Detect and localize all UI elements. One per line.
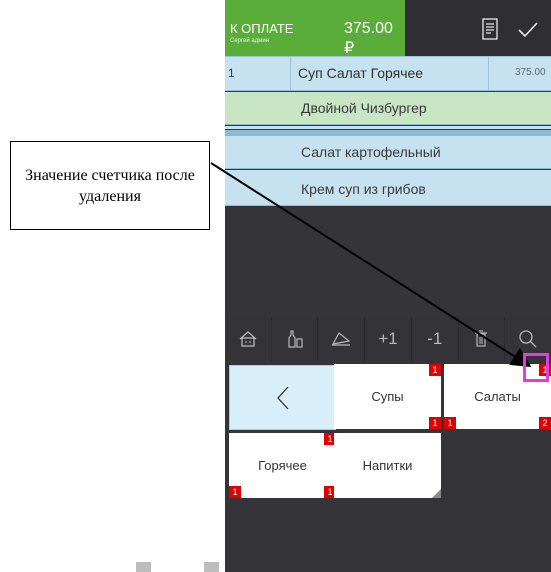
pay-button[interactable]: К ОПЛАТЕ Сергей админ 375.00 ₽ — [225, 0, 405, 57]
counter-badge: 1 — [429, 417, 441, 429]
counter-badge: 1 — [429, 364, 441, 376]
counter-badge: 1 — [444, 417, 456, 429]
tile-label: Напитки — [362, 458, 413, 473]
item-name-text: Суп Салат Горячее — [298, 65, 424, 81]
order-item-name: Суп Салат Горячее — [292, 57, 489, 90]
counter-badge: 1 — [229, 486, 241, 498]
pay-label: К ОПЛАТЕ — [230, 21, 294, 36]
decorative-square — [136, 562, 151, 572]
decorative-square — [204, 562, 219, 572]
tile-label: Супы — [371, 389, 404, 404]
chevron-left-icon — [230, 366, 335, 429]
order-item-row[interactable]: 1 Суп Салат Горячее 375.00 — [225, 56, 551, 91]
category-tile-soups[interactable]: Супы 1 1 — [334, 364, 441, 429]
corner-fold-icon — [432, 489, 441, 498]
home-icon[interactable] — [225, 317, 272, 361]
tile-label: Горячее — [258, 458, 307, 473]
pos-app-screen: К ОПЛАТЕ Сергей админ 375.00 ₽ 1 Суп Сал… — [225, 0, 551, 572]
bottles-icon[interactable] — [272, 317, 319, 361]
check-icon[interactable] — [515, 16, 541, 42]
category-tile-drinks[interactable]: Напитки — [334, 433, 441, 498]
order-total: 375.00 ₽ — [344, 20, 393, 57]
plus-one-button[interactable]: +1 — [365, 317, 412, 361]
back-tile[interactable] — [229, 365, 336, 430]
receipt-icon[interactable] — [479, 16, 501, 42]
menu-row-mushroom-soup[interactable]: Крем суп из грибов — [225, 173, 551, 206]
qty-value: 1 — [228, 66, 235, 80]
callout-box: Значение счетчика после удаления — [10, 141, 210, 230]
category-tile-hot[interactable]: Горячее 1 1 1 — [229, 433, 336, 498]
menu-row-cheeseburger[interactable]: Двойной Чизбургер — [225, 92, 551, 125]
action-toolbar: +1 -1 — [225, 317, 551, 361]
user-name: Сергей админ — [230, 38, 270, 44]
highlight-box — [523, 353, 549, 382]
menu-row-potato-salad[interactable]: Салат картофельный — [225, 136, 551, 169]
order-item-qty: 1 — [225, 57, 291, 90]
order-item-price: 375.00 — [515, 67, 546, 78]
trash-icon[interactable] — [459, 317, 506, 361]
dish-icon[interactable] — [318, 317, 366, 361]
minus-one-button[interactable]: -1 — [412, 317, 459, 361]
row-divider — [225, 126, 551, 129]
counter-badge: 2 — [539, 417, 551, 429]
